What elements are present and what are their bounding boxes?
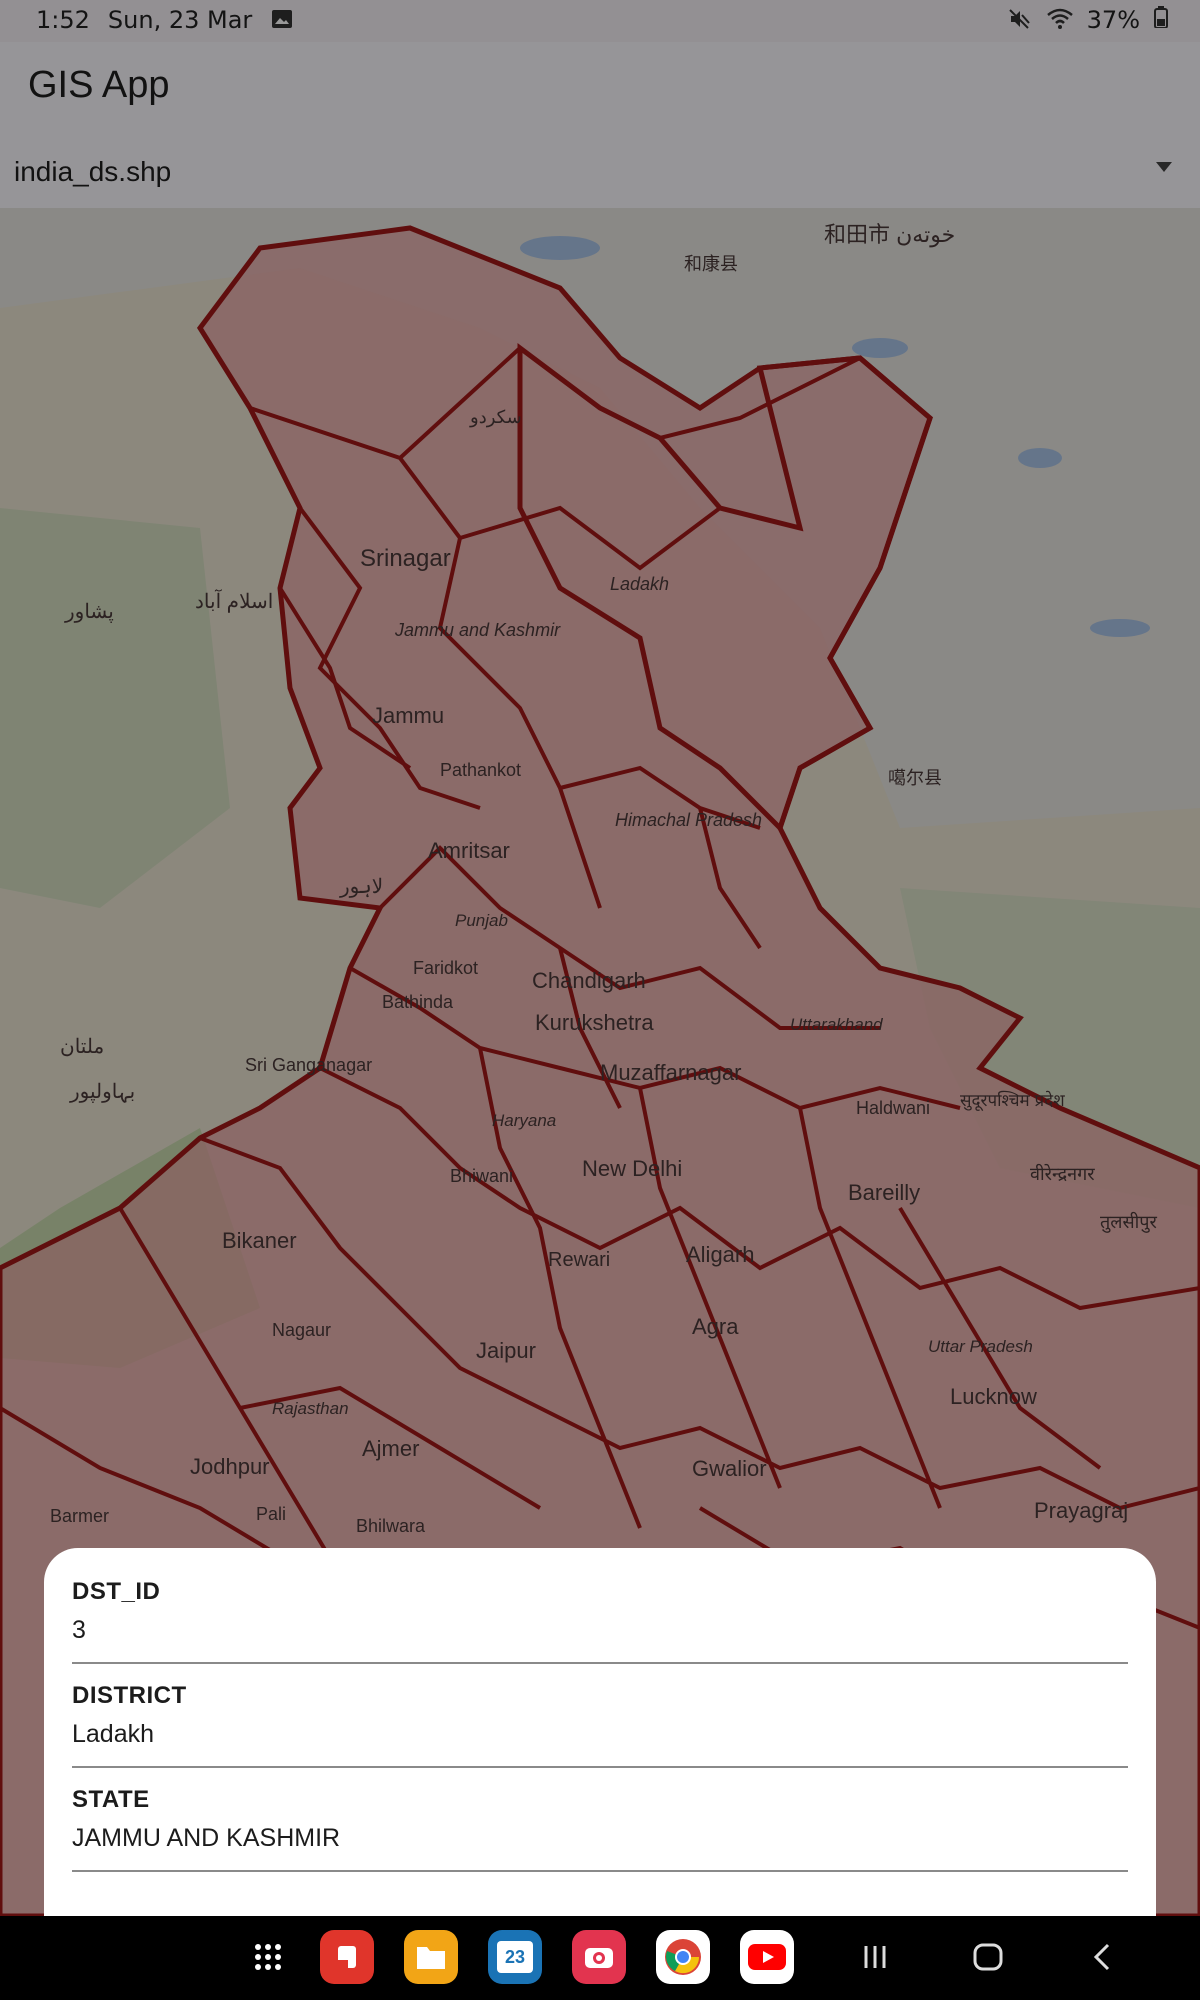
map-label: Jodhpur <box>190 1454 270 1479</box>
map-label: Himachal Pradesh <box>615 810 762 830</box>
map-label: सुदूरपश्चिम प्रदेश <box>960 1090 1065 1111</box>
map-label: New Delhi <box>582 1156 682 1181</box>
battery-icon <box>1154 6 1168 34</box>
dropdown-arrow-icon <box>1156 162 1172 172</box>
map-label: Jaipur <box>476 1338 536 1363</box>
attribute-key: DISTRICT <box>72 1682 187 1709</box>
map-label: Muzaffarnagar <box>600 1060 741 1085</box>
map-label: Bareilly <box>848 1180 920 1205</box>
map-label: Rajasthan <box>272 1399 349 1418</box>
map-label: ملتان <box>60 1036 104 1058</box>
navigation-bar: 23 <box>0 1916 1200 2000</box>
feature-info-sheet: DST_ID 3 DISTRICT Ladakh STATE JAMMU AND… <box>44 1548 1156 1916</box>
map-label: سکردو <box>469 407 522 428</box>
map-label: Agra <box>692 1314 739 1339</box>
map-label: Haryana <box>492 1111 556 1130</box>
mute-icon <box>1007 7 1033 33</box>
attribute-key: DST_ID <box>72 1578 161 1605</box>
shapefile-dropdown[interactable]: india_ds.shp <box>0 138 1200 209</box>
map-label: Punjab <box>455 911 508 930</box>
map-label: Gwalior <box>692 1456 767 1481</box>
notes-app-icon[interactable] <box>320 1930 374 1984</box>
map-label: 噶尔县 <box>888 768 942 788</box>
chrome-app-icon[interactable] <box>656 1930 710 1984</box>
battery-level: 37% <box>1086 6 1140 34</box>
map-label: Chandigarh <box>532 968 646 993</box>
map-label: Lucknow <box>950 1384 1037 1409</box>
map-label: Bikaner <box>222 1228 297 1253</box>
map-label: Amritsar <box>428 838 510 863</box>
map-label: Faridkot <box>413 958 478 978</box>
status-bar: 1:52 Sun, 23 Mar 37% <box>0 0 1200 42</box>
status-time: 1:52 <box>36 6 90 34</box>
dropdown-selected-value: india_ds.shp <box>14 156 172 187</box>
map-label: Ladakh <box>610 574 669 594</box>
recent-apps-icon[interactable] <box>860 1942 890 1976</box>
app-title: GIS App <box>28 64 170 106</box>
attribute-row-state: STATE JAMMU AND KASHMIR <box>72 1786 1128 1872</box>
calendar-day: 23 <box>497 1941 533 1973</box>
attribute-value: 3 <box>72 1616 86 1644</box>
attribute-row-dst-id: DST_ID 3 <box>72 1578 1128 1664</box>
map-label: Pali <box>256 1504 286 1524</box>
lake <box>520 236 600 260</box>
map-label: اسلام آباد <box>195 589 273 613</box>
map-label: Bhilwara <box>356 1516 426 1536</box>
map-label: 和田市 خوتەن <box>824 222 955 248</box>
calendar-app-icon[interactable]: 23 <box>488 1930 542 1984</box>
attribute-value: JAMMU AND KASHMIR <box>72 1824 341 1852</box>
map-label: Bhiwani <box>450 1166 513 1186</box>
gallery-notification-icon <box>270 7 296 33</box>
map-label: Aligarh <box>686 1242 754 1267</box>
attribute-value: Ladakh <box>72 1720 155 1748</box>
wifi-icon <box>1046 7 1073 33</box>
map-label: 和康县 <box>684 254 738 274</box>
map-label: Uttar Pradesh <box>928 1337 1033 1356</box>
map-label: بہاولپور <box>69 1081 135 1103</box>
map-label: Jammu and Kashmir <box>394 620 561 640</box>
map-label: Pathankot <box>440 760 521 780</box>
back-icon[interactable] <box>1090 1942 1114 1976</box>
map-label: پشاور <box>64 601 114 623</box>
map-label: Jammu <box>372 703 444 728</box>
lake <box>852 338 908 358</box>
status-date: Sun, 23 Mar <box>107 6 253 34</box>
map-label: Sri Ganganagar <box>245 1055 372 1075</box>
app-bar: GIS App <box>0 42 1200 138</box>
map-label: Uttarakhand <box>790 1015 883 1034</box>
lake <box>1018 448 1062 468</box>
files-app-icon[interactable] <box>404 1930 458 1984</box>
map-label: Barmer <box>50 1506 109 1526</box>
app-dock: 23 <box>246 1930 794 1984</box>
map-label: Bathinda <box>382 992 454 1012</box>
camera-app-icon[interactable] <box>572 1930 626 1984</box>
home-icon[interactable] <box>972 1942 1004 1976</box>
map-label: Ajmer <box>362 1436 419 1461</box>
map-label: Srinagar <box>360 545 451 572</box>
map-label: لاہور <box>339 876 383 898</box>
map-label: Rewari <box>548 1249 610 1271</box>
map-label: वीरेन्द्रनगर <box>1030 1163 1095 1184</box>
youtube-app-icon[interactable] <box>740 1930 794 1984</box>
map-label: Kurukshetra <box>535 1010 654 1035</box>
map-label: तुलसीपुर <box>1100 1211 1158 1233</box>
attribute-key: STATE <box>72 1786 150 1813</box>
app-drawer-icon[interactable] <box>246 1935 290 1979</box>
attribute-row-district: DISTRICT Ladakh <box>72 1682 1128 1768</box>
map-label: Haldwani <box>856 1098 930 1118</box>
lake <box>1090 619 1150 637</box>
map-label: Prayagraj <box>1034 1498 1128 1523</box>
map-label: Nagaur <box>272 1320 331 1340</box>
